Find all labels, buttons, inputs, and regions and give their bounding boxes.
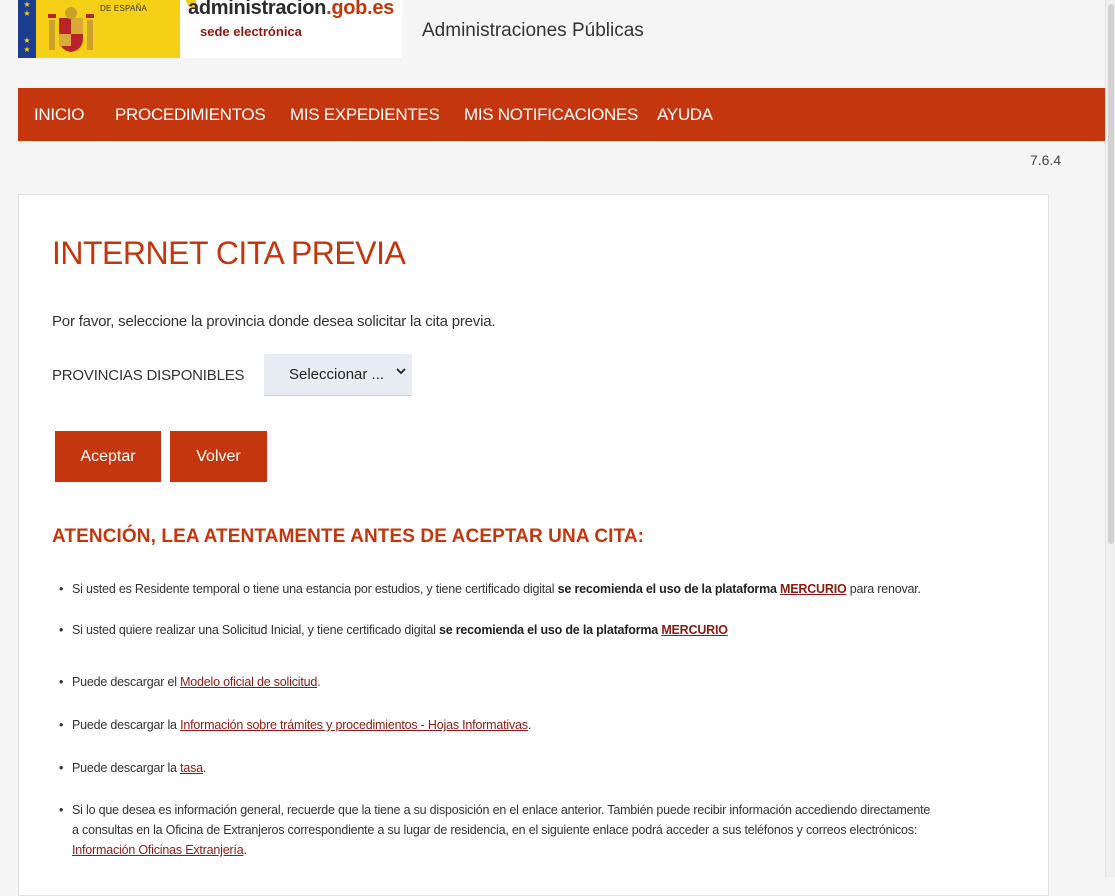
main-nav: INICIO PROCEDIMIENTOS MIS EXPEDIENTES MI…	[18, 88, 1105, 141]
scrollbar-thumb[interactable]	[1108, 4, 1114, 544]
main-panel: INTERNET CITA PREVIA Por favor, seleccio…	[18, 194, 1049, 896]
admin-logo-title: administracion.gob.es	[188, 0, 394, 19]
province-label: PROVINCIAS DISPONIBLES	[52, 367, 245, 384]
mercurio-link[interactable]: MERCURIO	[780, 582, 847, 596]
page-title: INTERNET CITA PREVIA	[52, 235, 406, 271]
bullet-icon: •	[59, 623, 64, 637]
nav-item-procedimientos[interactable]: PROCEDIMIENTOS	[115, 88, 266, 141]
bullet-icon: •	[59, 675, 64, 689]
bullet-icon: •	[59, 803, 64, 817]
version-label: 7.6.4	[1030, 152, 1062, 168]
tasa-link[interactable]: tasa	[180, 761, 203, 775]
admin-logo-subtitle: sede electrónica	[200, 24, 302, 39]
scrollbar[interactable]	[1105, 0, 1115, 877]
site-header: ★ ★ ★ ★ DE ESPAÑA administracion.gob.es …	[0, 0, 1105, 88]
nav-item-mis-expedientes[interactable]: MIS EXPEDIENTES	[290, 88, 440, 141]
accept-button[interactable]: Aceptar	[55, 431, 161, 482]
gobierno-de-espana-logo[interactable]: ★ ★ ★ ★ DE ESPAÑA	[18, 0, 180, 58]
back-button[interactable]: Volver	[170, 431, 267, 482]
administracion-gob-logo[interactable]: administracion.gob.es sede electrónica	[180, 0, 402, 58]
coat-of-arms-icon	[48, 7, 94, 52]
modelo-oficial-link[interactable]: Modelo oficial de solicitud	[180, 675, 317, 689]
site-title: Administraciones Públicas	[422, 20, 644, 41]
chevron-down-icon	[396, 368, 406, 375]
nav-item-inicio[interactable]: INICIO	[34, 88, 84, 141]
hojas-informativas-link[interactable]: Información sobre trámites y procedimien…	[180, 718, 528, 732]
oficinas-extranjeria-link[interactable]: Información Oficinas Extranjería	[72, 843, 244, 857]
eu-flag-icon: ★ ★ ★ ★	[18, 0, 36, 58]
bullet-icon: •	[59, 718, 64, 732]
province-select[interactable]: Seleccionar ...	[264, 354, 412, 396]
bullet-icon: •	[59, 582, 64, 596]
notice-title: ATENCIÓN, LEA ATENTAMENTE ANTES DE ACEPT…	[52, 526, 645, 547]
mercurio-link[interactable]: MERCURIO	[661, 623, 728, 637]
bullet-icon: •	[59, 761, 64, 775]
nav-item-mis-notificaciones[interactable]: MIS NOTIFICACIONES	[464, 88, 638, 141]
gobierno-text: DE ESPAÑA	[100, 4, 147, 13]
nav-item-ayuda[interactable]: AYUDA	[657, 88, 713, 141]
province-select-value: Seleccionar ...	[289, 366, 385, 383]
intro-text: Por favor, seleccione la provincia donde…	[52, 313, 496, 330]
